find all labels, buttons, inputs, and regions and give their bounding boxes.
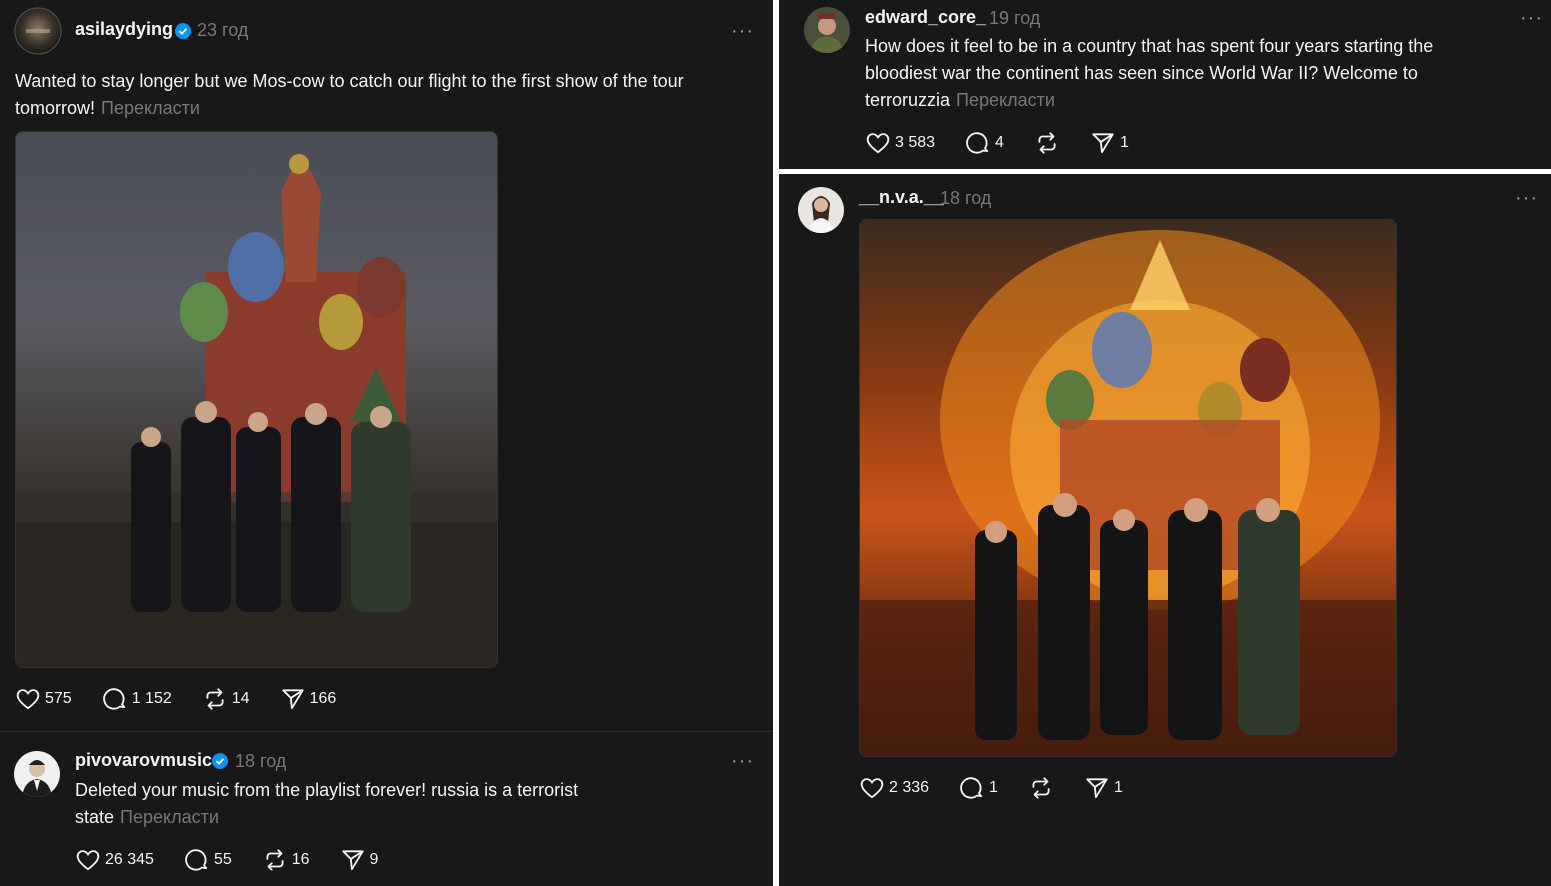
repost-count: 14 bbox=[231, 690, 250, 707]
share-count: 1 bbox=[1113, 779, 1123, 796]
repost-icon bbox=[1038, 132, 1056, 154]
comment-button[interactable]: 1 bbox=[959, 775, 998, 801]
heart-icon bbox=[16, 689, 40, 710]
translate-link[interactable]: Перекласти bbox=[956, 90, 1055, 110]
translate-link[interactable]: Перекласти bbox=[101, 98, 200, 118]
like-count: 3 583 bbox=[895, 134, 936, 151]
more-options-icon[interactable]: ··· bbox=[1520, 8, 1543, 28]
post-actions: 2 336 1 1 bbox=[859, 775, 1153, 801]
share-button[interactable]: 166 bbox=[280, 686, 337, 712]
heart-icon bbox=[860, 778, 884, 799]
repost-button[interactable] bbox=[1028, 775, 1054, 801]
post-time[interactable]: 19 год bbox=[989, 8, 1040, 29]
comment-button[interactable]: 1 152 bbox=[102, 686, 172, 712]
post-image[interactable] bbox=[15, 131, 498, 668]
heart-icon bbox=[866, 133, 890, 154]
repost-button[interactable] bbox=[1034, 130, 1060, 156]
repost-icon bbox=[266, 849, 284, 871]
send-icon bbox=[1092, 133, 1114, 154]
comment-button[interactable]: 55 bbox=[184, 847, 232, 873]
avatar[interactable] bbox=[804, 7, 850, 53]
like-button[interactable]: 2 336 bbox=[859, 775, 929, 801]
post-image[interactable] bbox=[859, 219, 1397, 757]
more-options-icon[interactable]: ··· bbox=[1515, 188, 1538, 208]
post-text-block: How does it feel to be in a country that… bbox=[865, 33, 1485, 114]
comment-count: 1 152 bbox=[131, 690, 172, 707]
username[interactable]: edward_core_ bbox=[865, 7, 986, 28]
avatar[interactable] bbox=[798, 187, 844, 233]
like-count: 2 336 bbox=[889, 779, 930, 796]
comment-button[interactable]: 4 bbox=[965, 130, 1004, 156]
comment-bubble-icon bbox=[102, 688, 125, 710]
send-icon bbox=[341, 850, 364, 871]
post-time[interactable]: 23 год bbox=[197, 20, 248, 41]
heart-icon bbox=[76, 850, 100, 871]
post-text-block: Deleted your music from the playlist for… bbox=[75, 777, 635, 831]
send-icon bbox=[1086, 778, 1108, 799]
share-button[interactable]: 1 bbox=[1090, 130, 1129, 156]
post-actions: 575 1 152 14 166 bbox=[15, 686, 366, 712]
post-time[interactable]: 18 год bbox=[235, 751, 286, 772]
comment-count: 55 bbox=[213, 851, 232, 868]
send-icon bbox=[281, 689, 304, 710]
avatar[interactable] bbox=[14, 751, 60, 797]
comment-bubble-icon bbox=[966, 132, 989, 154]
feed-right-bottom-panel: __n.v.a.__ 18 год ··· 2 336 1 1 bbox=[779, 174, 1551, 886]
comment-bubble-icon bbox=[185, 849, 208, 871]
share-count: 1 bbox=[1119, 134, 1129, 151]
verified-badge-icon bbox=[175, 23, 191, 39]
like-button[interactable]: 26 345 bbox=[75, 847, 154, 873]
post-text-block: Wanted to stay longer but we Mos-cow to … bbox=[15, 68, 755, 122]
divider bbox=[0, 731, 773, 732]
verified-badge-icon bbox=[212, 753, 228, 769]
more-options-icon[interactable]: ··· bbox=[731, 21, 754, 41]
like-count: 575 bbox=[45, 690, 72, 707]
repost-icon bbox=[206, 688, 224, 710]
like-count: 26 345 bbox=[105, 851, 154, 868]
repost-count: 16 bbox=[291, 851, 310, 868]
more-options-icon[interactable]: ··· bbox=[731, 751, 754, 771]
post-actions: 26 345 55 16 9 bbox=[75, 847, 408, 873]
repost-button[interactable]: 14 bbox=[202, 686, 250, 712]
like-button[interactable]: 575 bbox=[15, 686, 72, 712]
share-count: 166 bbox=[309, 690, 337, 707]
share-count: 9 bbox=[369, 851, 379, 868]
share-button[interactable]: 9 bbox=[340, 847, 379, 873]
post-time[interactable]: 18 год bbox=[940, 188, 991, 209]
feed-right-top-panel: edward_core_ 19 год ··· How does it feel… bbox=[779, 0, 1551, 169]
like-button[interactable]: 3 583 bbox=[865, 130, 935, 156]
comment-count: 4 bbox=[995, 134, 1004, 151]
feed-left-panel: asilaydying 23 год ··· Wanted to stay lo… bbox=[0, 0, 773, 886]
username[interactable]: pivovarovmusic bbox=[75, 750, 212, 771]
avatar[interactable] bbox=[14, 7, 62, 55]
repost-icon bbox=[1032, 777, 1050, 799]
comment-bubble-icon bbox=[960, 777, 983, 799]
post-actions: 3 583 4 1 bbox=[865, 130, 1159, 156]
share-button[interactable]: 1 bbox=[1084, 775, 1123, 801]
username[interactable]: __n.v.a.__ bbox=[859, 187, 944, 208]
post-text: How does it feel to be in a country that… bbox=[865, 36, 1434, 110]
repost-button[interactable]: 16 bbox=[262, 847, 310, 873]
translate-link[interactable]: Перекласти bbox=[120, 807, 219, 827]
comment-count: 1 bbox=[989, 779, 998, 796]
username[interactable]: asilaydying bbox=[75, 19, 173, 40]
